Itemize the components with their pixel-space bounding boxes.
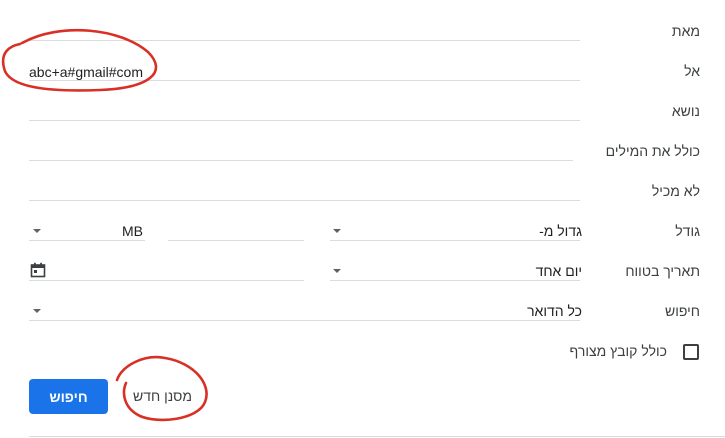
date-range-underline bbox=[330, 280, 580, 281]
search-scope-label: חיפוש bbox=[665, 303, 700, 319]
size-operator-chevron-down-icon[interactable] bbox=[333, 229, 341, 233]
search-scope-chevron-down-icon[interactable] bbox=[33, 309, 41, 313]
size-operator-underline bbox=[330, 240, 580, 241]
bottom-divider bbox=[29, 436, 725, 437]
create-filter-button[interactable]: מסנן חדש bbox=[133, 388, 192, 404]
size-value-input[interactable] bbox=[168, 240, 304, 241]
size-label: גודל bbox=[675, 223, 700, 239]
date-range-chevron-down-icon[interactable] bbox=[333, 269, 341, 273]
subject-input[interactable] bbox=[29, 120, 580, 121]
from-label: מאת bbox=[671, 23, 700, 39]
to-input-underline bbox=[29, 80, 580, 81]
not-has-label: לא מכיל bbox=[651, 183, 700, 199]
size-unit-chevron-down-icon[interactable] bbox=[33, 229, 41, 233]
has-attachment-checkbox[interactable] bbox=[683, 344, 699, 360]
search-button[interactable]: חיפוש bbox=[29, 379, 108, 414]
date-label: תאריך בטווח bbox=[625, 263, 700, 279]
to-input[interactable]: abc+a#gmail#com bbox=[29, 64, 143, 80]
has-attachment-label[interactable]: כולל קובץ מצורף bbox=[570, 343, 667, 359]
from-input[interactable] bbox=[29, 40, 580, 41]
subject-label: נושא bbox=[671, 103, 700, 119]
has-words-label: כולל את המילים bbox=[605, 143, 700, 159]
search-scope-underline bbox=[29, 320, 580, 321]
has-words-input[interactable] bbox=[29, 160, 573, 161]
date-input[interactable] bbox=[29, 280, 304, 281]
size-operator-select[interactable]: גדול מ- bbox=[539, 223, 582, 239]
search-scope-select[interactable]: כל הדואר bbox=[527, 303, 582, 319]
to-label: אל bbox=[684, 63, 700, 79]
date-range-select[interactable]: יום אחד bbox=[536, 263, 582, 279]
size-unit-select[interactable]: MB bbox=[122, 223, 143, 239]
size-unit-underline bbox=[29, 240, 145, 241]
not-has-input[interactable] bbox=[29, 200, 580, 201]
